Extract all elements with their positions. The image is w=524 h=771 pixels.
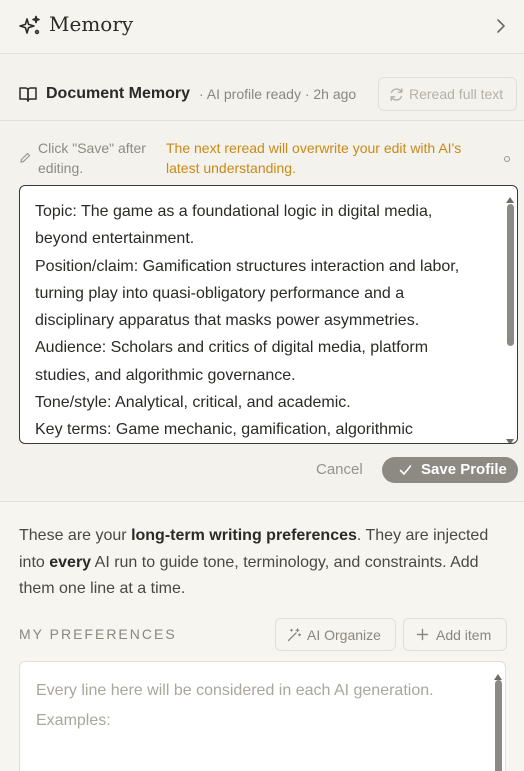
overwrite-warning: The next reread will overwrite your edit… <box>166 140 462 176</box>
profile-line[interactable]: Topic: The game as a foundational logic … <box>35 198 495 225</box>
reread-label: Reread full text <box>409 86 504 102</box>
save-profile-label: Save Profile <box>421 461 507 478</box>
memory-header[interactable]: Memory <box>0 0 524 54</box>
reread-full-text-button[interactable]: Reread full text <box>378 77 517 111</box>
profile-line[interactable]: disciplinary apparatus that masks power … <box>35 307 495 334</box>
status-dot <box>504 156 510 162</box>
refresh-icon <box>389 87 404 102</box>
cancel-button[interactable]: Cancel <box>316 461 363 478</box>
preferences-section: These are your long-term writing prefere… <box>0 501 524 771</box>
profile-line[interactable]: turning play into quasi-obligatory perfo… <box>35 280 495 307</box>
preferences-placeholder: Every line here will be considered in ea… <box>36 682 434 729</box>
scroll-down-arrow[interactable] <box>506 432 514 443</box>
chevron-right-icon[interactable] <box>494 17 508 35</box>
add-item-button[interactable]: Add item <box>403 618 507 651</box>
profile-line[interactable]: Key terms: Game mechanic, gamification, … <box>35 416 495 443</box>
memory-title: Memory <box>49 12 134 36</box>
book-icon <box>19 86 37 102</box>
profile-line[interactable]: beyond entertainment. <box>35 225 495 252</box>
save-profile-button[interactable]: Save Profile <box>382 457 518 483</box>
ai-organize-label: AI Organize <box>307 627 381 643</box>
plus-icon <box>416 628 429 641</box>
profile-editor[interactable]: Topic: The game as a foundational logic … <box>19 185 518 444</box>
save-hint: Click "Save" after editing. <box>38 140 146 176</box>
profile-line[interactable]: Audience: Scholars and critics of digita… <box>35 334 495 361</box>
scroll-up-arrow[interactable] <box>506 190 514 203</box>
scroll-up-arrow[interactable] <box>494 667 502 680</box>
my-preferences-label: MY PREFERENCES <box>19 626 177 642</box>
document-memory-section: Document Memory · AI profile ready · 2h … <box>0 55 524 501</box>
pencil-icon <box>19 152 31 164</box>
preferences-input[interactable]: Every line here will be considered in ea… <box>19 661 506 771</box>
ai-organize-button[interactable]: AI Organize <box>275 618 396 651</box>
profile-text[interactable]: Topic: The game as a foundational logic … <box>35 198 495 443</box>
scrollbar-thumb[interactable] <box>495 680 502 771</box>
profile-line[interactable]: studies, and algorithmic governance. <box>35 362 495 389</box>
magic-wand-icon <box>287 628 301 642</box>
profile-line[interactable]: Position/claim: Gamification structures … <box>35 253 495 280</box>
document-memory-title: Document Memory <box>46 85 191 102</box>
profile-line[interactable]: Tone/style: Analytical, critical, and ac… <box>35 389 495 416</box>
profile-status: · AI profile ready · 2h ago <box>199 86 357 102</box>
scrollbar-thumb[interactable] <box>507 204 514 346</box>
check-icon <box>399 464 412 476</box>
preferences-intro: These are your long-term writing prefere… <box>19 527 489 597</box>
add-item-label: Add item <box>436 627 492 643</box>
document-memory-header: Document Memory · AI profile ready · 2h … <box>0 55 524 121</box>
sparkle-icon <box>19 15 41 37</box>
